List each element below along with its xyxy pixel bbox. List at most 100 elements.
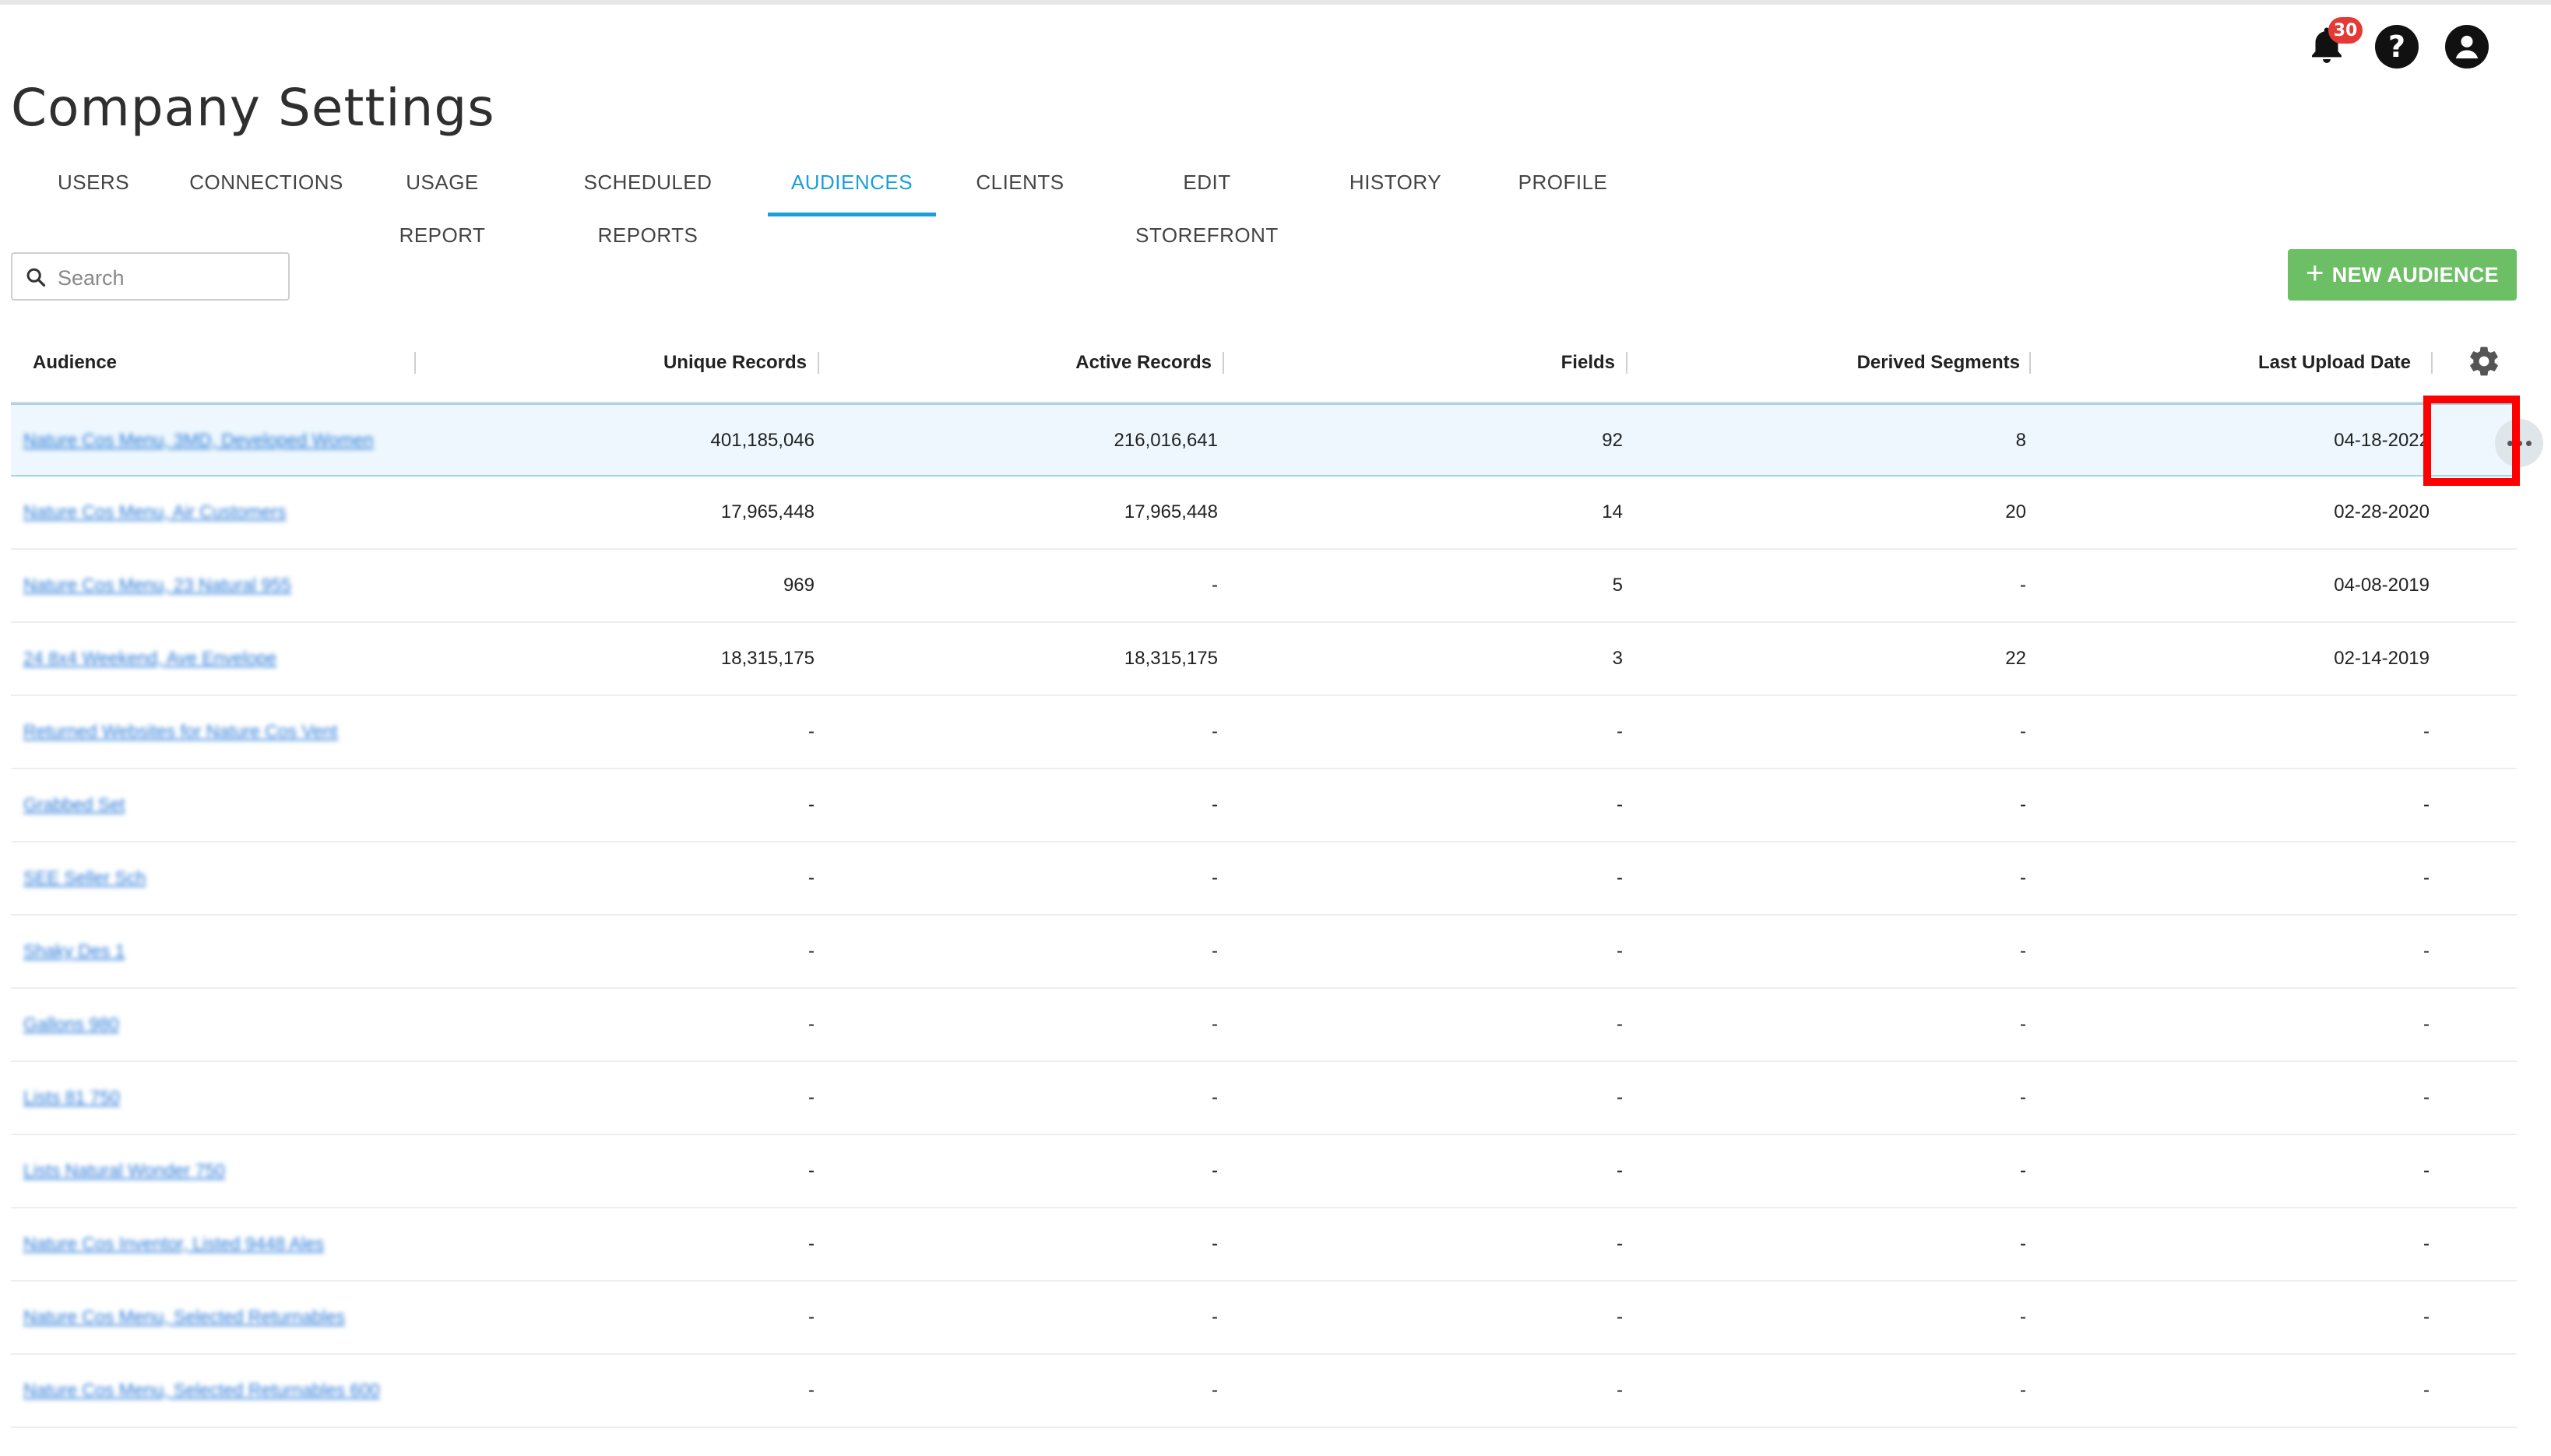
audience-name-link[interactable]: Nature Cos Menu, 23 Natural 955 xyxy=(23,573,291,596)
table-row[interactable]: 24 8x4 Weekend, Ave Envelope 18,315,175 … xyxy=(11,623,2517,696)
table-row[interactable]: Nature Cos Inventor, Listed 9448 Ales - … xyxy=(11,1208,2517,1282)
column-header-unique-records[interactable]: Unique Records xyxy=(416,333,807,402)
active-records-cell: 216,016,641 xyxy=(1114,430,1218,451)
audience-name-link[interactable]: Grabbed Set xyxy=(23,793,125,816)
tab-profile[interactable]: PROFILE xyxy=(1514,156,1612,216)
last-upload-date-cell: 04-18-2022 xyxy=(2334,430,2430,451)
fields-cell: 3 xyxy=(1612,648,1623,669)
derived-segments-cell: - xyxy=(2020,1233,2026,1254)
column-resize-handle[interactable] xyxy=(1223,352,1224,374)
table-row[interactable]: Lists 81 750 - - - - - xyxy=(11,1062,2517,1135)
table-row[interactable]: Nature Cos Menu, Selected Returnables - … xyxy=(11,1282,2517,1355)
audience-name-link[interactable]: Nature Cos Menu, Selected Returnables xyxy=(23,1305,345,1328)
new-audience-button[interactable]: + NEW AUDIENCE xyxy=(2288,249,2517,301)
audience-name-link[interactable]: Gallons 980 xyxy=(23,1012,119,1036)
bell-icon[interactable]: 30 xyxy=(2305,17,2363,69)
table-row[interactable]: Grabbed Set - - - - - xyxy=(11,769,2517,842)
active-records-cell: - xyxy=(1212,1014,1218,1035)
active-records-cell: 17,965,448 xyxy=(1124,501,1218,522)
tab-edit-storefront[interactable]: EDIT STOREFRONT xyxy=(1112,156,1302,247)
column-header-audience[interactable]: Audience xyxy=(33,333,117,402)
table-row[interactable]: Nature Cos Menu, Air Customers 17,965,44… xyxy=(11,477,2517,550)
table-row[interactable]: Nature Cos Menu, Selected Returnables 60… xyxy=(11,1355,2517,1428)
unique-records-cell: - xyxy=(808,1307,815,1328)
audience-name-link[interactable]: Nature Cos Menu, 3MD, Developed Women xyxy=(23,428,374,452)
fields-cell: - xyxy=(1617,1014,1623,1035)
fields-cell: 14 xyxy=(1602,501,1623,522)
table-row[interactable]: SEE Seller Sch - - - - - xyxy=(11,842,2517,916)
active-records-cell: - xyxy=(1212,867,1218,888)
new-audience-label: NEW AUDIENCE xyxy=(2331,262,2499,287)
audience-name-link[interactable]: Nature Cos Inventor, Listed 9448 Ales xyxy=(23,1232,324,1255)
search-input[interactable] xyxy=(56,262,285,294)
unique-records-cell: - xyxy=(808,1380,815,1401)
audience-name-link[interactable]: Nature Cos Menu, Air Customers xyxy=(23,500,286,523)
derived-segments-cell: - xyxy=(2020,1087,2026,1108)
search-icon xyxy=(26,268,46,287)
fields-cell: - xyxy=(1617,1380,1623,1401)
tab-usage-report[interactable]: USAGE REPORT xyxy=(364,156,520,247)
active-records-cell: - xyxy=(1212,1087,1218,1108)
plus-icon: + xyxy=(2306,256,2324,290)
derived-segments-cell: - xyxy=(2020,721,2026,742)
column-header-fields[interactable]: Fields xyxy=(1226,333,1615,402)
fields-cell: - xyxy=(1617,794,1623,815)
column-resize-handle[interactable] xyxy=(2029,352,2031,374)
fields-cell: - xyxy=(1617,1087,1623,1108)
unique-records-cell: 17,965,448 xyxy=(720,501,815,522)
table-row[interactable]: Lists Natural Wonder 750 - - - - - xyxy=(11,1135,2517,1208)
unique-records-cell: 401,185,046 xyxy=(710,430,815,451)
table-row[interactable]: Nature Cos Menu, 3MD, Developed Women 40… xyxy=(11,403,2517,477)
tab-scheduled-reports[interactable]: SCHEDULED REPORTS xyxy=(542,156,754,247)
last-upload-date-cell: - xyxy=(2423,794,2430,815)
table-row[interactable]: Nature Cos Menu, 23 Natural 955 969 - 5 … xyxy=(11,550,2517,623)
active-records-cell: - xyxy=(1212,1380,1218,1401)
gear-icon[interactable] xyxy=(2467,344,2501,378)
audience-name-link[interactable]: SEE Seller Sch xyxy=(23,866,146,889)
table-row[interactable]: Returned Websites for Nature Cos Vent - … xyxy=(11,696,2517,769)
notification-count-badge: 30 xyxy=(2328,17,2363,44)
column-resize-handle[interactable] xyxy=(818,352,819,374)
column-header-active-records[interactable]: Active Records xyxy=(821,333,1212,402)
derived-segments-cell: - xyxy=(2020,941,2026,962)
active-records-cell: - xyxy=(1212,794,1218,815)
last-upload-date-cell: - xyxy=(2423,1233,2430,1254)
audience-name-link[interactable]: Lists 81 750 xyxy=(23,1085,120,1109)
derived-segments-cell: - xyxy=(2020,794,2026,815)
table-row[interactable]: Shaky Des 1 - - - - - xyxy=(11,916,2517,989)
fields-cell: - xyxy=(1617,941,1623,962)
audience-name-link[interactable]: Nature Cos Menu, Selected Returnables 60… xyxy=(23,1378,380,1401)
column-resize-handle[interactable] xyxy=(2431,352,2433,374)
last-upload-date-cell: 04-08-2019 xyxy=(2334,575,2430,596)
table-row[interactable]: Gallons 980 - - - - - xyxy=(11,989,2517,1062)
tab-audiences[interactable]: AUDIENCES xyxy=(768,156,936,216)
tab-connections[interactable]: CONNECTIONS xyxy=(187,156,346,216)
derived-segments-cell: - xyxy=(2020,575,2026,596)
account-icon[interactable] xyxy=(2445,25,2489,69)
active-records-cell: - xyxy=(1212,1160,1218,1181)
audience-name-link[interactable]: Lists Natural Wonder 750 xyxy=(23,1159,225,1182)
last-upload-date-cell: - xyxy=(2423,1160,2430,1181)
help-icon[interactable]: ? xyxy=(2375,25,2419,69)
tab-history[interactable]: HISTORY xyxy=(1342,156,1448,216)
unique-records-cell: - xyxy=(808,1087,815,1108)
fields-cell: 5 xyxy=(1612,575,1623,596)
audience-name-link[interactable]: Shaky Des 1 xyxy=(23,939,125,962)
tab-clients[interactable]: CLIENTS xyxy=(973,156,1067,216)
last-upload-date-cell: - xyxy=(2423,1307,2430,1328)
audience-name-link[interactable]: Returned Websites for Nature Cos Vent xyxy=(23,719,338,743)
column-header-derived-segments[interactable]: Derived Segments xyxy=(1631,333,2020,402)
derived-segments-cell: 20 xyxy=(2005,501,2026,522)
unique-records-cell: - xyxy=(808,867,815,888)
unique-records-cell: - xyxy=(808,941,815,962)
header-icons: 30 ? xyxy=(2305,17,2507,75)
column-resize-handle[interactable] xyxy=(1626,352,1627,374)
last-upload-date-cell: 02-14-2019 xyxy=(2334,648,2430,669)
column-header-last-upload-date[interactable]: Last Upload Date xyxy=(2036,333,2411,402)
tab-users[interactable]: USERS xyxy=(55,156,132,216)
fields-cell: - xyxy=(1617,1233,1623,1254)
audience-name-link[interactable]: 24 8x4 Weekend, Ave Envelope xyxy=(23,646,276,670)
audiences-table: Audience Unique Records Active Records F… xyxy=(11,333,2517,1428)
settings-tabs: USERS CONNECTIONS USAGE REPORT SCHEDULED… xyxy=(0,156,1635,247)
unique-records-cell: 18,315,175 xyxy=(720,648,815,669)
